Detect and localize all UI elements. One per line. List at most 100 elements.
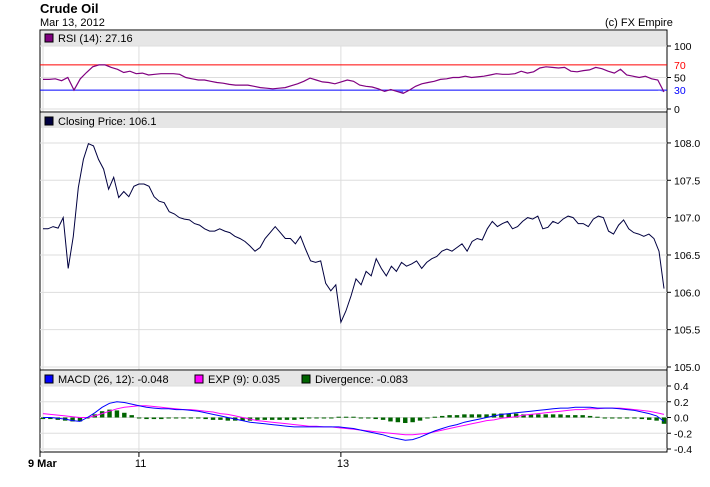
divergence-bar [321, 417, 327, 419]
divergence-bar [366, 417, 371, 419]
rsi-ytick-label: 0 [674, 104, 680, 116]
divergence-bar [602, 417, 608, 419]
x-tick-label: 13 [337, 458, 349, 470]
divergence-bar [181, 417, 186, 419]
macd-legend-label: MACD (26, 12): -0.048 [58, 374, 169, 386]
divergence-bar [439, 415, 445, 418]
divergence-bar [543, 414, 548, 418]
exp-legend-swatch [194, 374, 204, 384]
rsi-oversold-label: 30 [674, 85, 686, 97]
divergence-bar [462, 414, 467, 418]
price-ytick-label: 107.0 [674, 213, 700, 225]
divergence-bar [114, 410, 120, 418]
divergence-bar [196, 417, 201, 419]
rsi-panel: 0 50 100 70 30 RSI (14): 27.16 [39, 29, 692, 116]
divergence-bar [536, 414, 541, 418]
macd-legend-swatch [44, 374, 54, 384]
divergence-bar [558, 414, 563, 418]
divergence-legend-label: Divergence: -0.083 [315, 374, 408, 386]
price-ytick-label: 106.0 [674, 287, 700, 299]
divergence-bar [432, 416, 438, 418]
price-ytick-label: 105.5 [674, 325, 700, 337]
divergence-bar [469, 414, 475, 418]
price-ytick-label: 105.0 [674, 362, 700, 374]
divergence-bar [580, 415, 585, 418]
divergence-bar [277, 417, 282, 420]
price-frame [39, 111, 668, 371]
divergence-bar [351, 416, 356, 418]
x-tick-label: 9 Mar [28, 458, 57, 470]
divergence-bar [343, 416, 349, 418]
divergence-bar [395, 417, 401, 423]
macd-ytick-label: 0.0 [674, 413, 689, 425]
divergence-bar [410, 417, 415, 423]
x-axis: 9 Mar 11 13 [28, 452, 349, 470]
divergence-bar [188, 417, 194, 419]
divergence-bar [610, 417, 615, 419]
divergence-bar [129, 415, 134, 418]
rsi-legend-bar [41, 31, 666, 46]
divergence-bar [373, 417, 378, 420]
rsi-overbought-label: 70 [674, 60, 686, 72]
divergence-bar [425, 417, 430, 419]
divergence-bar [573, 415, 578, 418]
divergence-bar [336, 416, 341, 418]
divergence-bar [587, 415, 593, 418]
divergence-bar [314, 417, 319, 419]
price-legend-label: Closing Price: 106.1 [58, 116, 156, 128]
divergence-bar [565, 415, 571, 418]
macd-ytick-label: 0.2 [674, 397, 689, 409]
rsi-legend-label: RSI (14): 27.16 [58, 33, 133, 45]
divergence-bar [122, 412, 127, 418]
divergence-bar [646, 417, 652, 420]
price-legend-swatch [44, 116, 54, 126]
divergence-bar [417, 417, 423, 421]
divergence-bar [403, 417, 408, 424]
divergence-bar [151, 417, 157, 420]
divergence-bar [255, 417, 260, 420]
exp-legend-label: EXP (9): 0.035 [208, 374, 280, 386]
divergence-bar [454, 415, 460, 418]
price-panel: 105.0 105.5 106.0 106.5 107.0 107.5 108.0 Closi… [39, 111, 700, 374]
divergence-bar [358, 417, 364, 419]
divergence-bar [639, 417, 645, 420]
divergence-bar [292, 417, 297, 420]
divergence-bar [654, 417, 659, 421]
macd-ytick-label: 0.4 [674, 381, 689, 393]
divergence-bar [210, 417, 216, 420]
crude-oil-chart: 0 50 100 70 30 RSI (14): 27.16 105.0 105.5 106.… [28, 29, 700, 470]
divergence-bar [595, 416, 600, 418]
divergence-bar [624, 417, 630, 419]
divergence-bar [617, 417, 622, 419]
divergence-bar [447, 415, 452, 418]
divergence-bar [173, 417, 179, 419]
macd-ytick-label: -0.2 [674, 428, 692, 440]
divergence-bar [262, 417, 268, 420]
divergence-bar [306, 417, 312, 419]
price-ytick-label: 107.5 [674, 175, 700, 187]
divergence-bar [166, 417, 171, 419]
rsi-ytick-label: 50 [674, 73, 686, 85]
divergence-bar [144, 417, 149, 420]
divergence-bar [269, 417, 275, 420]
divergence-bar [284, 417, 290, 420]
macd-panel: -0.4 -0.2 0.0 0.2 0.4 MACD (26, 12): -0.048 EX… [39, 369, 692, 456]
divergence-bar [388, 417, 393, 422]
divergence-bar [299, 417, 304, 420]
divergence-bar [329, 417, 334, 419]
divergence-legend-swatch [301, 374, 311, 384]
price-ytick-label: 108.0 [674, 138, 700, 150]
rsi-legend-swatch [44, 33, 54, 43]
divergence-bar [136, 417, 142, 419]
divergence-bar [218, 417, 223, 420]
divergence-bar [632, 417, 637, 419]
divergence-bar [380, 417, 386, 420]
macd-ytick-label: -0.4 [674, 444, 692, 456]
price-ytick-label: 106.5 [674, 250, 700, 262]
x-tick-label: 11 [135, 458, 146, 470]
divergence-bar [550, 414, 556, 418]
divergence-bar [476, 414, 482, 418]
rsi-ytick-label: 100 [674, 41, 692, 53]
divergence-bar [203, 417, 208, 420]
divergence-bar [159, 417, 164, 420]
